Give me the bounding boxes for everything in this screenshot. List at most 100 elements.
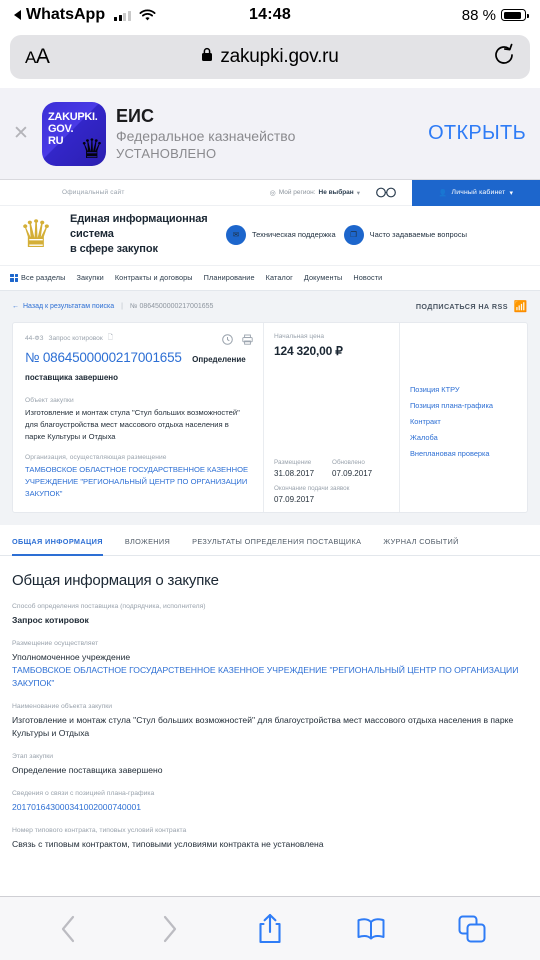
nav-item-documents[interactable]: Документы [304,273,343,282]
procurement-card-main: 44-ФЗ Запрос котировок 🗋 № 0864500000217… [13,323,263,512]
nav-item-contracts[interactable]: Контракты и договоры [115,273,193,282]
placed-value: 31.08.2017 [274,469,315,478]
smart-app-banner[interactable]: ✕ ZAKUPKI. GOV. RU ♛ ЕИС Федеральное каз… [0,88,540,180]
back-to-search-results-link[interactable]: ← Назад к результатам поиска [12,303,114,310]
region-value: Не выбран [318,189,354,196]
faq-link[interactable]: ❐ Часто задаваемые вопросы [343,224,467,245]
organization-label: Организация, осуществляющая размещение [25,454,167,461]
chevron-left-icon[interactable] [45,908,91,950]
close-icon[interactable]: ✕ [10,122,32,145]
nav-item-purchases[interactable]: Закупки [77,273,104,282]
placed-label: Размещение [274,459,312,466]
general-info-section: Общая информация о закупке Способ опреде… [0,556,540,878]
document-icon[interactable]: 🗋 [108,333,113,344]
region-selector[interactable]: ◎ Мой регион: Не выбран ▾ [270,189,360,197]
nav-item-catalog[interactable]: Каталог [266,273,293,282]
rss-icon: 📶 [513,301,528,313]
chevron-right-icon[interactable] [146,908,192,950]
card-meta-row: 44-ФЗ Запрос котировок 🗋 [25,333,251,344]
field-determination-method: Способ определения поставщика (подрядчик… [12,603,528,627]
object-value: Изготовление и монтаж стула "Стул больши… [25,408,240,441]
sidebar-item-all-sections[interactable]: Все разделы [10,273,66,282]
organization-value[interactable]: ТАМБОВСКОЕ ОБЛАСТНОЕ ГОСУДАРСТВЕННОЕ КАЗ… [25,464,251,500]
field-label: Номер типового контракта, типовых услови… [12,827,187,834]
field-value: Уполномоченное учреждение [12,652,131,662]
field-label: Сведения о связи с позицией плана-график… [12,790,155,797]
site-title: Единая информационная система в сфере за… [70,212,218,257]
field-label: Способ определения поставщика (подрядчик… [12,603,206,610]
site-title-line1: Единая информационная система [70,213,208,240]
law-label: 44-ФЗ [25,335,44,342]
price-label: Начальная цена [274,333,325,340]
site-title-line2: в сфере закупок [70,243,158,255]
site-header: ♛ Единая информационная система в сфере … [0,206,540,265]
nav-item-news[interactable]: Новости [353,273,382,282]
procurement-card-price: Начальная цена 124 320,00 ₽ Размещение 3… [263,323,399,512]
personal-cabinet-label: Личный кабинет [451,189,506,196]
url-text: zakupki.gov.ru [220,46,339,67]
link-ktru-position[interactable]: Позиция КТРУ [410,385,517,394]
battery-icon [501,9,529,21]
reload-icon[interactable] [493,43,515,72]
field-value: Запрос котировок [12,615,89,625]
official-site-label: Официальный сайт [62,189,125,196]
faq-label: Часто задаваемые вопросы [369,230,467,239]
web-page-content: Официальный сайт ◎ Мой регион: Не выбран… [0,180,540,896]
russian-coat-of-arms-icon: ♛ [79,133,104,164]
registry-number[interactable]: № 0864500000217001655 [25,350,182,365]
address-bar[interactable]: AA zakupki.gov.ru [10,35,530,79]
app-banner-meta: ЕИС Федеральное казначейство УСТАНОВЛЕНО [116,106,418,162]
field-value: Изготовление и монтаж стула "Стул больши… [12,715,514,738]
field-procurement-stage: Этап закупки Определение поставщика заве… [12,753,528,777]
procurement-card-wrapper: 44-ФЗ Запрос котировок 🗋 № 0864500000217… [0,322,540,525]
object-field: Объект закупки Изготовление и монтаж сту… [25,397,251,443]
arrow-left-icon: ← [12,303,19,310]
link-plan-schedule-position[interactable]: Позиция плана-графика [410,401,517,410]
tab-general-info[interactable]: ОБЩАЯ ИНФОРМАЦИЯ [12,525,103,556]
tab-event-log[interactable]: ЖУРНАЛ СОБЫТИЙ [383,525,458,555]
related-links-list: Позиция КТРУ Позиция плана-графика Контр… [410,385,517,458]
chevron-down-icon: ▾ [509,189,514,197]
breadcrumb: ← Назад к результатам поиска | № 0864500… [0,291,540,322]
field-value-organization[interactable]: ТАМБОВСКОЕ ОБЛАСТНОЕ ГОСУДАРСТВЕННОЕ КАЗ… [12,664,528,690]
book-icon[interactable] [348,908,394,950]
tab-attachments[interactable]: ВЛОЖЕНИЯ [125,525,170,555]
app-banner-status: УСТАНОВЛЕНО [116,145,217,161]
russian-coat-of-arms-icon: ♛ [18,213,54,256]
field-object-name: Наименование объекта закупки Изготовлени… [12,703,528,740]
user-icon: 👤 [438,189,448,197]
site-top-bar: Официальный сайт ◎ Мой регион: Не выбран… [0,180,540,206]
object-label: Объект закупки [25,397,74,404]
link-complaint[interactable]: Жалоба [410,433,517,442]
procurement-card-links: Позиция КТРУ Позиция плана-графика Контр… [399,323,527,512]
field-label: Этап закупки [12,753,54,760]
card-action-icons [222,332,253,350]
field-value[interactable]: 201701643000341002000740001 [12,801,528,814]
text-size-button[interactable]: AA [25,45,50,69]
link-contract[interactable]: Контракт [410,417,517,426]
rss-subscribe-link[interactable]: ПОДПИСАТЬСЯ НА RSS 📶 [416,300,528,313]
field-value: Связь с типовым контрактом, типовыми усл… [12,839,324,849]
tabs-icon[interactable] [449,908,495,950]
share-icon[interactable] [247,908,293,950]
tab-supplier-results[interactable]: РЕЗУЛЬТАТЫ ОПРЕДЕЛЕНИЯ ПОСТАВЩИКА [192,525,361,555]
field-placement-by: Размещение осуществляет Уполномоченное у… [12,640,528,690]
page-title: Общая информация о закупке [12,572,219,589]
accessibility-glasses-icon[interactable] [360,187,412,198]
app-banner-open-button[interactable]: ОТКРЫТЬ [428,122,526,145]
breadcrumb-separator: | [121,303,123,310]
personal-cabinet-button[interactable]: 👤 Личный кабинет ▾ [412,180,540,206]
link-unscheduled-check[interactable]: Внеплановая проверка [410,449,517,458]
field-label: Наименование объекта закупки [12,703,113,710]
tech-support-link[interactable]: ✉ Техническая поддержка [226,224,336,245]
printer-icon[interactable] [242,332,253,350]
clock-icon[interactable] [222,332,233,350]
nav-item-planning[interactable]: Планирование [204,273,255,282]
field-label: Размещение осуществляет [12,640,99,647]
nav-label-all-sections: Все разделы [21,273,66,282]
lock-icon [201,47,213,67]
updated-date-block: Обновлено 07.09.2017 [332,459,372,478]
mail-icon: ✉ [226,224,246,245]
deadline-label: Окончание подачи заявок [274,485,350,492]
placed-date-block: Размещение 31.08.2017 [274,459,314,478]
